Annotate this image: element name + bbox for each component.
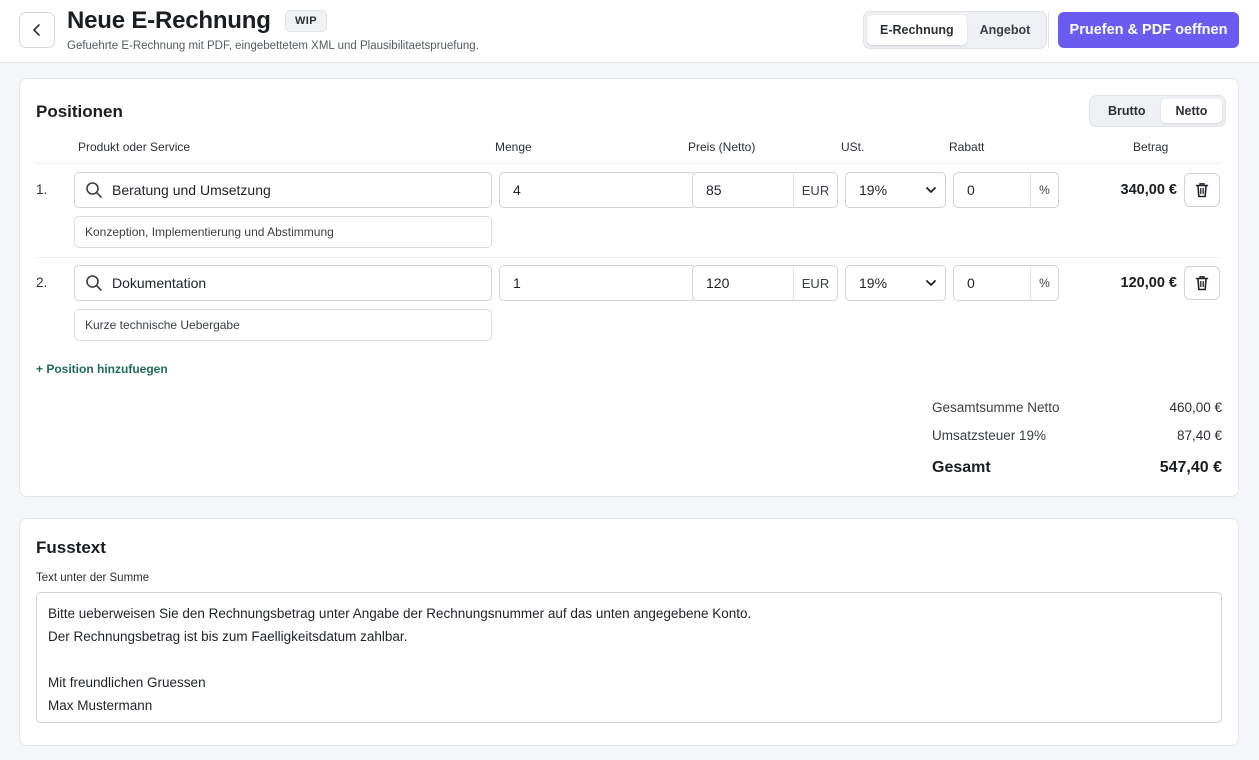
tax-mode-brutto[interactable]: Brutto	[1093, 99, 1161, 123]
check-and-open-pdf-button[interactable]: Pruefen & PDF oeffnen	[1058, 12, 1239, 48]
header-divider-line	[36, 163, 1220, 164]
footer-text-line: Bitte ueberweisen Sie den Rechnungsbetra…	[48, 606, 752, 621]
delete-row-button[interactable]	[1184, 266, 1220, 300]
footer-text-textarea[interactable]: Bitte ueberweisen Sie den Rechnungsbetra…	[36, 592, 1222, 723]
col-head-vat: USt.	[841, 140, 865, 154]
footer-text-line	[48, 648, 1210, 671]
vat-select[interactable]: 19%	[845, 172, 946, 208]
net-total-value: 460,00 €	[1169, 400, 1222, 415]
vat-total-value: 87,40 €	[1176, 428, 1222, 443]
trash-icon	[1195, 183, 1209, 198]
doc-type-e-rechnung[interactable]: E-Rechnung	[867, 15, 967, 45]
chevron-left-icon	[33, 24, 40, 36]
grand-total-label: Gesamt	[932, 459, 991, 476]
line-amount: 340,00 €	[1120, 182, 1177, 198]
description-input[interactable]: Konzeption, Implementierung und Abstimmu…	[74, 216, 492, 248]
discount-input[interactable]: 0	[953, 265, 1032, 301]
chevron-down-icon	[926, 280, 936, 286]
page-title: Neue E-Rechnung	[67, 7, 271, 34]
tax-mode-toggle: Brutto Netto	[1089, 95, 1227, 127]
row-number: 2.	[36, 275, 48, 290]
add-position-link[interactable]: + Position hinzufuegen	[36, 362, 168, 376]
col-head-product: Produkt oder Service	[78, 140, 191, 154]
footer-text-line: Der Rechnungsbetrag ist bis zum Faelligk…	[48, 629, 408, 644]
footer-text-line: Mit freundlichen Gruessen	[48, 675, 206, 690]
footer-text-label: Text unter der Summe	[36, 572, 150, 584]
doc-type-angebot[interactable]: Angebot	[967, 15, 1044, 45]
positions-title: Positionen	[36, 102, 123, 121]
page-subtitle: Gefuehrte E-Rechnung mit PDF, eingebette…	[67, 40, 479, 52]
col-head-discount: Rabatt	[949, 140, 985, 154]
discount-unit-label: %	[1030, 265, 1059, 301]
quantity-input[interactable]: 1	[499, 265, 696, 301]
product-value: Dokumentation	[112, 275, 207, 291]
trash-icon	[1195, 276, 1209, 291]
search-icon	[86, 275, 102, 291]
col-head-quantity: Menge	[495, 140, 532, 154]
top-header: Neue E-Rechnung WIP Gefuehrte E-Rechnung…	[0, 0, 1259, 63]
quantity-input[interactable]: 4	[499, 172, 696, 208]
vat-total-label: Umsatzsteuer 19%	[932, 428, 1047, 443]
currency-label: EUR	[793, 172, 838, 208]
grand-total-value: 547,40 €	[1159, 459, 1222, 476]
product-input[interactable]: Beratung und Umsetzung	[74, 172, 492, 208]
footer-text-title: Fusstext	[36, 538, 106, 557]
vat-value: 19%	[859, 182, 888, 198]
header-divider	[1048, 12, 1049, 48]
price-input[interactable]: 120	[692, 265, 794, 301]
tax-mode-netto[interactable]: Netto	[1160, 99, 1223, 123]
row-number: 1.	[36, 182, 48, 197]
vat-value: 19%	[859, 275, 888, 291]
col-head-price: Preis (Netto)	[688, 140, 756, 154]
description-input[interactable]: Kurze technische Uebergabe	[74, 309, 492, 341]
currency-label: EUR	[793, 265, 838, 301]
search-icon	[86, 182, 102, 198]
footer-text-line: Max Mustermann	[48, 698, 153, 713]
net-total-label: Gesamtsumme Netto	[932, 400, 1060, 415]
back-button[interactable]	[19, 12, 55, 48]
product-input[interactable]: Dokumentation	[74, 265, 492, 301]
price-input[interactable]: 85	[692, 172, 794, 208]
vat-select[interactable]: 19%	[845, 265, 946, 301]
row-divider	[36, 257, 1220, 258]
line-amount: 120,00 €	[1120, 275, 1177, 291]
footer-text-card: Fusstext Text unter der Summe Bitte uebe…	[19, 518, 1239, 746]
col-head-amount: Betrag	[1133, 140, 1169, 154]
positions-card: Positionen Brutto Netto Produkt oder Ser…	[19, 78, 1239, 497]
discount-input[interactable]: 0	[953, 172, 1032, 208]
delete-row-button[interactable]	[1184, 173, 1220, 207]
doc-type-toggle: E-Rechnung Angebot	[863, 11, 1048, 49]
status-badge: WIP	[285, 10, 327, 32]
product-value: Beratung und Umsetzung	[112, 182, 271, 198]
chevron-down-icon	[926, 187, 936, 193]
discount-unit-label: %	[1030, 172, 1059, 208]
